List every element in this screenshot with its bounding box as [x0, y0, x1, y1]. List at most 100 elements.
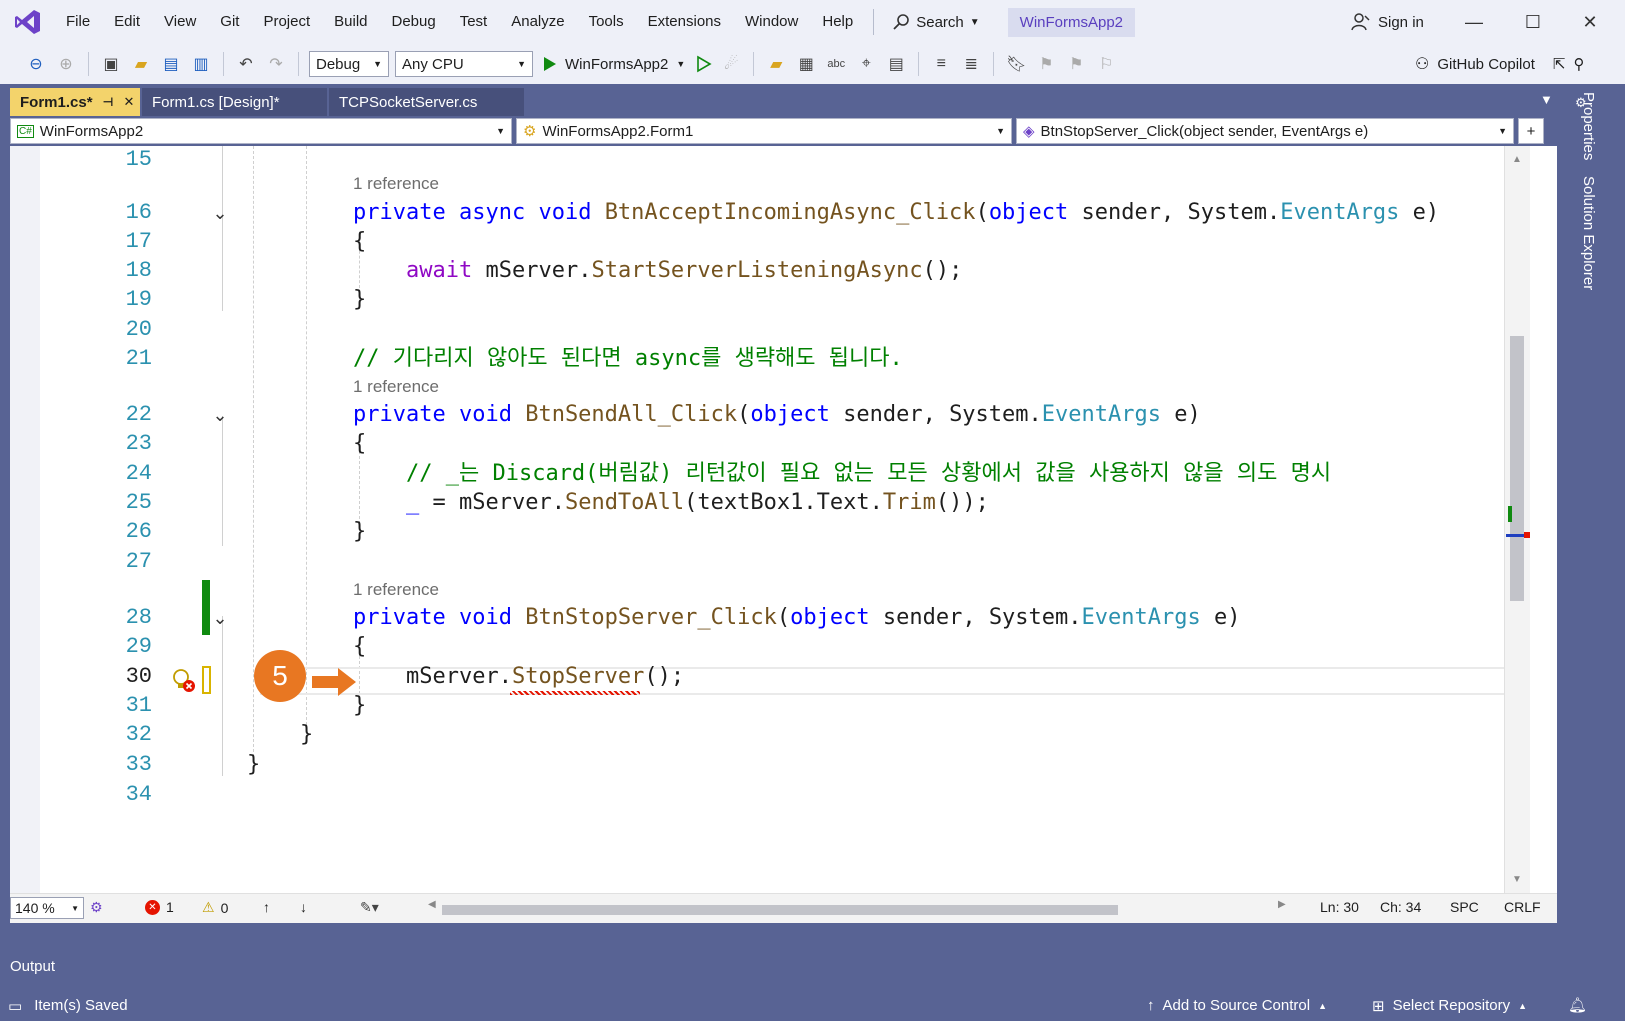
select-repository-button[interactable]: ⊞ Select Repository ▲ — [1372, 990, 1527, 1021]
layout-icon[interactable]: ▦ — [794, 52, 818, 76]
menu-edit[interactable]: Edit — [102, 0, 152, 44]
comment-icon[interactable]: ⌖ — [854, 52, 878, 76]
tab-tcpsocketserver[interactable]: TCPSocketServer.cs — [329, 88, 524, 116]
clear-bookmarks-icon[interactable]: ⚐ — [1094, 52, 1118, 76]
spell-check-icon[interactable]: abc — [824, 52, 848, 76]
collapse-chevron-icon[interactable]: ⌄ — [210, 203, 230, 223]
reference-codelens[interactable]: 1 reference — [353, 173, 439, 195]
step-arrow-icon — [312, 668, 356, 696]
close-tab-icon[interactable]: ✕ — [124, 94, 135, 110]
reference-codelens[interactable]: 1 reference — [353, 376, 439, 398]
scroll-left-icon[interactable]: ◀ — [428, 899, 436, 910]
zoom-select[interactable]: 140 % ▼ — [10, 897, 84, 919]
chevron-up-icon: ▲ — [1318, 1000, 1328, 1011]
configuration-select[interactable]: Debug ▼ — [309, 51, 389, 77]
column-indicator[interactable]: Ch: 34 — [1380, 899, 1421, 915]
sign-in-button[interactable]: Sign in — [1350, 0, 1424, 44]
redo-icon[interactable]: ↷ — [264, 52, 288, 76]
menu-view[interactable]: View — [152, 0, 208, 44]
line-number: 23 — [125, 431, 152, 456]
line-number: 24 — [125, 461, 152, 486]
tab-overflow-icon[interactable]: ▼ — [1540, 92, 1553, 107]
maximize-button[interactable]: ☐ — [1505, 0, 1561, 44]
menu-project[interactable]: Project — [251, 0, 322, 44]
undo-icon[interactable]: ↶ — [234, 52, 258, 76]
add-to-source-control-button[interactable]: ↑ Add to Source Control ▲ — [1147, 990, 1327, 1021]
open-folder-icon[interactable]: ▰ — [129, 52, 153, 76]
output-tab[interactable]: Output — [0, 950, 1625, 990]
vertical-scrollbar-thumb[interactable] — [1510, 336, 1524, 601]
format-icon[interactable]: ▤ — [884, 52, 908, 76]
line-ending-indicator[interactable]: CRLF — [1504, 899, 1541, 915]
menu-git[interactable]: Git — [208, 0, 251, 44]
code-line-24: 24 // _는 Discard(버림값) 리턴값이 필요 없는 모든 상황에서… — [10, 459, 1557, 489]
notifications-bell-icon[interactable]: 🔔︎ — [1568, 996, 1587, 1014]
prev-bookmark-icon[interactable]: ⚑ — [1034, 52, 1058, 76]
search-button[interactable]: Search ▼ — [882, 13, 989, 31]
member-dropdown[interactable]: ◈ BtnStopServer_Click(object sender, Eve… — [1016, 118, 1514, 144]
new-project-icon[interactable]: ▣ — [99, 52, 123, 76]
menu-window[interactable]: Window — [733, 0, 810, 44]
menu-file[interactable]: File — [54, 0, 102, 44]
error-count-button[interactable]: ✕ 1 — [135, 899, 184, 915]
scroll-up-icon[interactable]: ▲ — [1512, 154, 1522, 165]
minimize-button[interactable]: — — [1446, 0, 1502, 44]
code-editor[interactable]: 15 1 reference 16 ⌄ private async void B… — [10, 146, 1557, 923]
close-icon: ✕ — [1582, 11, 1598, 32]
toolbar-divider — [223, 52, 224, 76]
next-bookmark-icon[interactable]: ⚑ — [1064, 52, 1088, 76]
browse-folder-icon[interactable]: ▰ — [764, 52, 788, 76]
github-copilot-button[interactable]: ⚇ GitHub Copilot ⇱ ⚲ — [1415, 44, 1584, 84]
outdent-icon[interactable]: ≡ — [929, 52, 953, 76]
previous-issue-icon[interactable]: ↑ — [263, 899, 270, 915]
menu-debug[interactable]: Debug — [380, 0, 448, 44]
menu-analyze[interactable]: Analyze — [499, 0, 576, 44]
notification-icon[interactable]: ▭ — [8, 997, 22, 1015]
horizontal-scrollbar-thumb[interactable] — [442, 905, 1118, 915]
split-window-button[interactable]: + — [1518, 118, 1544, 144]
collapse-chevron-icon[interactable]: ⌄ — [210, 608, 230, 628]
scroll-down-icon[interactable]: ▼ — [1512, 874, 1522, 885]
solution-name-badge[interactable]: WinFormsApp2 — [1007, 7, 1136, 37]
start-without-debugging-icon[interactable] — [695, 55, 713, 73]
code-line-17: 17 { — [10, 227, 1557, 257]
tab-form1-design[interactable]: Form1.cs [Design]* — [142, 88, 327, 116]
scroll-right-icon[interactable]: ▶ — [1278, 899, 1286, 910]
next-issue-icon[interactable]: ↓ — [300, 899, 307, 915]
menu-test[interactable]: Test — [448, 0, 500, 44]
line-number: 27 — [125, 549, 152, 574]
project-dropdown[interactable]: C# WinFormsApp2 ▼ — [10, 118, 512, 144]
navigate-back-icon[interactable]: ⊖ — [24, 52, 48, 76]
bookmark-icon[interactable]: 🔖︎ — [1004, 52, 1028, 76]
solution-explorer-tab[interactable]: Solution Explorer — [1580, 176, 1597, 290]
copilot-icon: ⚇ — [1415, 56, 1430, 73]
code-line-34: 34 — [10, 780, 1557, 810]
menu-build[interactable]: Build — [322, 0, 379, 44]
reference-codelens[interactable]: 1 reference — [353, 579, 439, 601]
code-line-22: 22 ⌄ private void BtnSendAll_Click(objec… — [10, 400, 1557, 430]
tab-form1-cs[interactable]: Form1.cs* ⊣ ✕ — [10, 88, 140, 116]
platform-select[interactable]: Any CPU ▼ — [395, 51, 533, 77]
properties-tab[interactable]: Properties — [1580, 92, 1597, 160]
line-indicator[interactable]: Ln: 30 — [1320, 899, 1359, 915]
visual-studio-logo-icon[interactable] — [14, 8, 42, 36]
pin-icon[interactable]: ⊣ — [103, 95, 114, 109]
menu-extensions[interactable]: Extensions — [636, 0, 733, 44]
type-dropdown[interactable]: ⚙ WinFormsApp2.Form1 ▼ — [516, 118, 1012, 144]
close-button[interactable]: ✕ — [1562, 0, 1618, 44]
code-text: { — [353, 634, 367, 659]
navigate-forward-icon[interactable]: ⊕ — [54, 52, 78, 76]
intellicode-icon[interactable]: ⚙ — [90, 899, 103, 916]
save-all-icon[interactable]: ▥ — [189, 52, 213, 76]
menu-help[interactable]: Help — [810, 0, 865, 44]
indent-icon[interactable]: ≣ — [959, 52, 983, 76]
menu-tools[interactable]: Tools — [577, 0, 636, 44]
class-icon: ⚙ — [523, 123, 537, 140]
start-debugging-button[interactable]: WinFormsApp2 ▼ — [539, 56, 689, 73]
collapse-chevron-icon[interactable]: ⌄ — [210, 405, 230, 425]
hot-reload-icon[interactable]: ☄ — [719, 52, 743, 76]
save-icon[interactable]: ▤ — [159, 52, 183, 76]
code-cleanup-icon[interactable]: ✎▾ — [360, 899, 379, 916]
indent-mode-indicator[interactable]: SPC — [1450, 899, 1479, 915]
warning-count-button[interactable]: ⚠ 0 — [192, 899, 238, 916]
